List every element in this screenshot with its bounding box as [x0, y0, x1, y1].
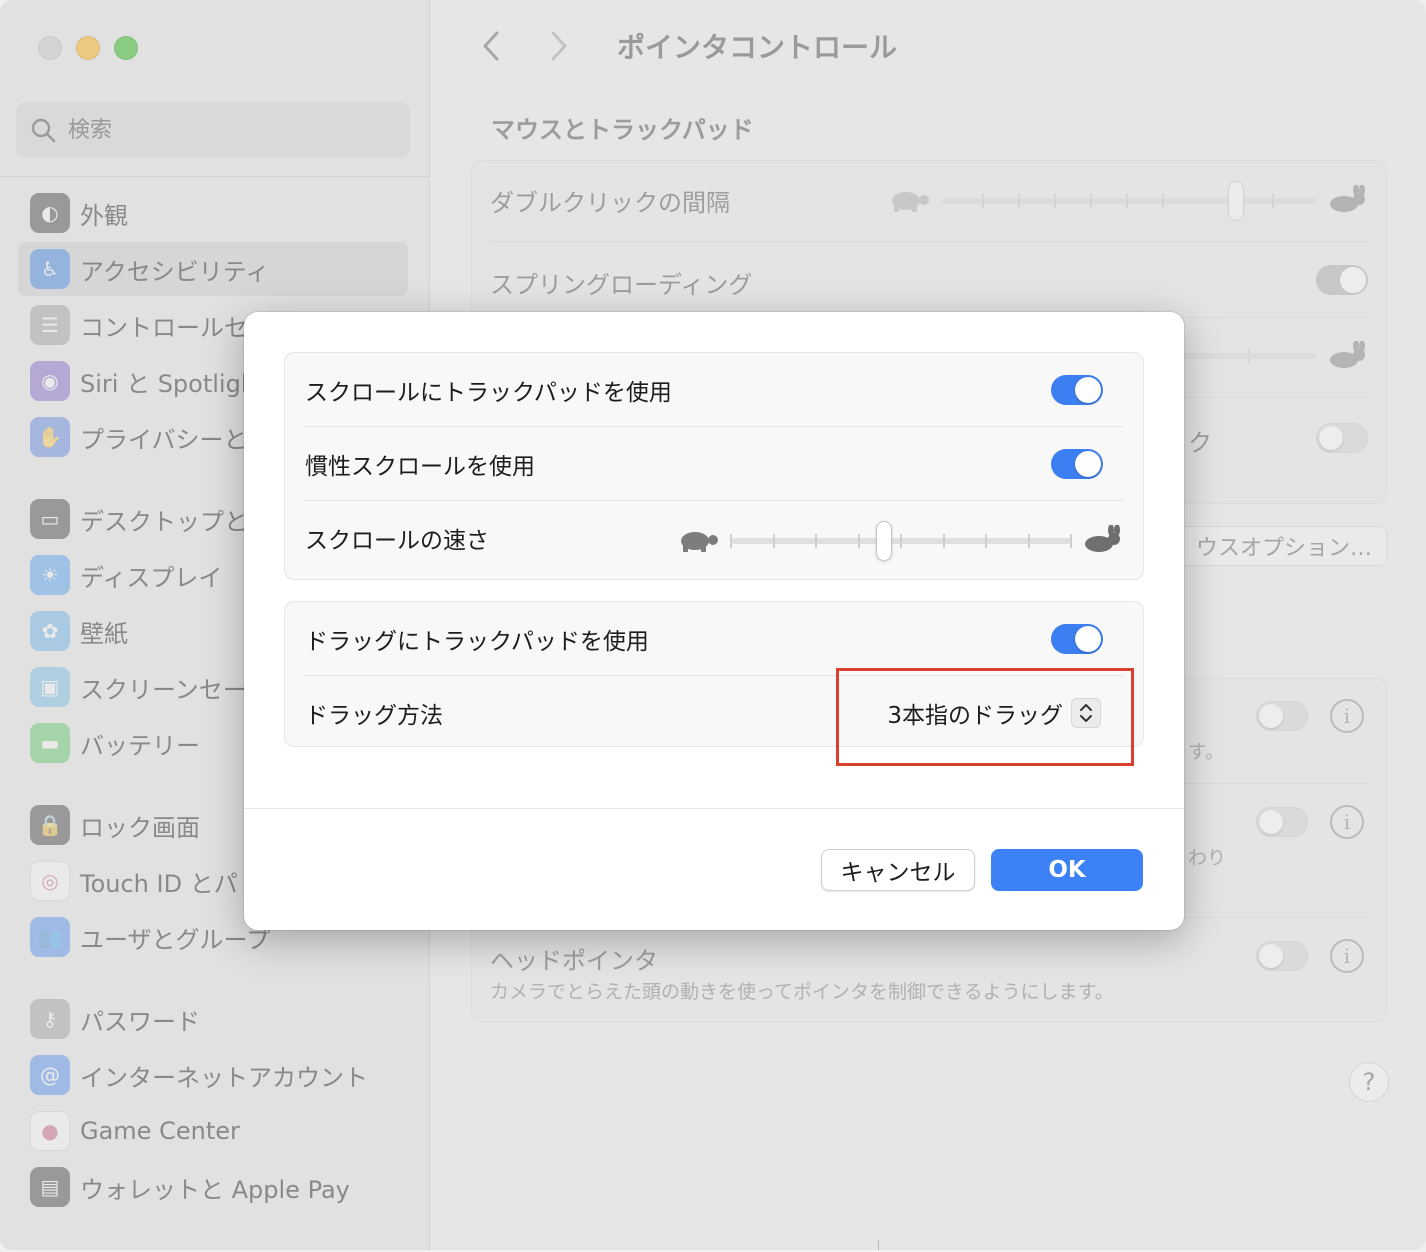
annotation-highlight-box: [836, 668, 1134, 766]
slider-tick: [1070, 534, 1072, 548]
rabbit-icon: [1085, 525, 1120, 552]
scroll-trackpad-row: スクロールにトラックパッドを使用: [305, 353, 1123, 427]
turtle-icon: [681, 532, 718, 552]
window-edge-mark: [878, 1240, 879, 1250]
scroll-trackpad-label: スクロールにトラックパッドを使用: [305, 380, 672, 406]
cancel-button[interactable]: キャンセル: [821, 849, 975, 891]
slider-tick: [985, 534, 987, 548]
scroll-speed-slider-knob[interactable]: [876, 521, 892, 561]
slider-tick: [815, 534, 817, 548]
drag-trackpad-toggle[interactable]: [1051, 624, 1103, 654]
drag-method-label: ドラッグ方法: [305, 703, 443, 729]
scroll-settings-group: スクロールにトラックパッドを使用 慣性スクロールを使用 スクロールの速さ: [284, 352, 1144, 580]
inertia-scroll-toggle[interactable]: [1051, 449, 1103, 479]
inertia-scroll-label: 慣性スクロールを使用: [305, 454, 535, 480]
ok-button[interactable]: OK: [991, 849, 1143, 891]
dialog-divider: [244, 808, 1184, 809]
scroll-trackpad-toggle[interactable]: [1051, 375, 1103, 405]
scroll-speed-label: スクロールの速さ: [305, 528, 489, 554]
drag-trackpad-label: ドラッグにトラックパッドを使用: [305, 629, 649, 655]
trackpad-options-dialog: スクロールにトラックパッドを使用 慣性スクロールを使用 スクロールの速さ ドラッ…: [244, 312, 1184, 930]
slider-tick: [730, 534, 732, 548]
slider-tick: [942, 534, 945, 548]
slider-tick: [1027, 534, 1030, 548]
slider-tick: [900, 534, 902, 548]
inertia-scroll-row: 慣性スクロールを使用: [305, 427, 1123, 501]
slider-tick: [857, 534, 860, 548]
settings-window: ◐外観♿アクセシビリティ☰コントロールセ◉Siri と Spotligh✋プライ…: [0, 0, 1426, 1250]
drag-trackpad-row: ドラッグにトラックパッドを使用: [305, 602, 1123, 676]
slider-tick: [772, 534, 775, 548]
